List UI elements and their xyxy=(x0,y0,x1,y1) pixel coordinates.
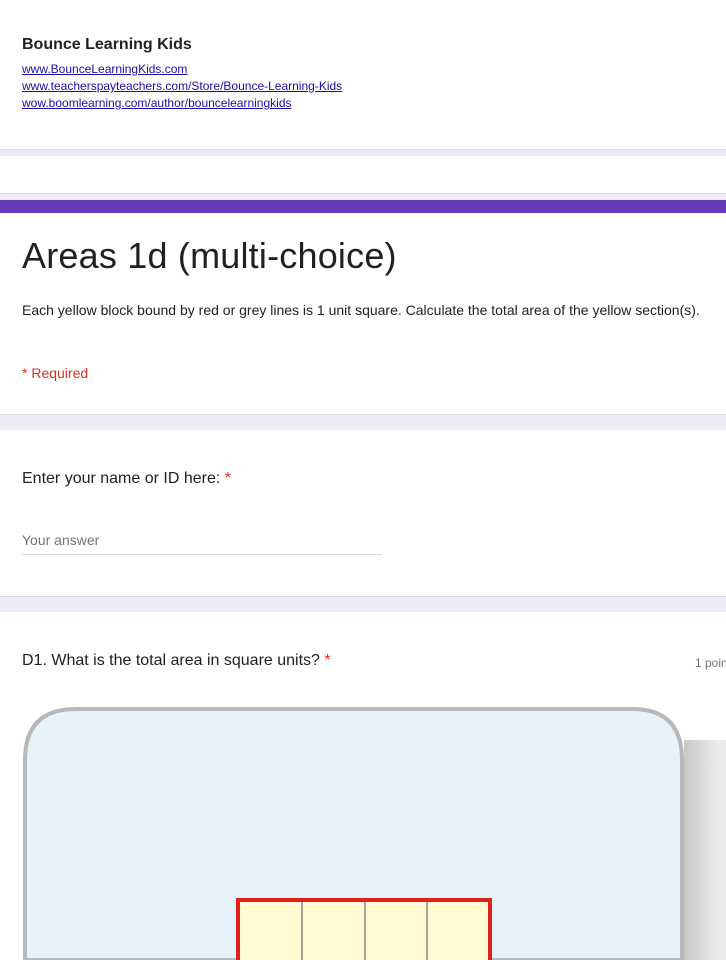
question-image xyxy=(22,706,726,960)
intro-heading: Bounce Learning Kids xyxy=(22,36,192,53)
question-text: D1. What is the total area in square uni… xyxy=(22,652,320,669)
link-teachers-pay-teachers[interactable]: www.teacherspayteachers.com/Store/Bounce… xyxy=(22,79,342,93)
question-card-name: Enter your name or ID here: * xyxy=(0,430,726,597)
question-label-name: Enter your name or ID here: * xyxy=(22,470,231,488)
image-shadow xyxy=(684,740,726,960)
area-grid-illustration xyxy=(23,707,726,960)
grid-outline xyxy=(236,898,492,960)
points-label: 1 point xyxy=(695,656,726,670)
link-bounce-learning-kids[interactable]: www.BounceLearningKids.com xyxy=(22,62,187,76)
yellow-unit-grid xyxy=(236,898,492,960)
question-card-d1: D1. What is the total area in square uni… xyxy=(0,612,726,960)
section-strip xyxy=(0,156,726,194)
name-answer-input[interactable] xyxy=(22,526,382,555)
form-title: Areas 1d (multi-choice) xyxy=(22,235,397,276)
intro-card: Bounce Learning Kids www.BounceLearningK… xyxy=(0,0,726,150)
required-asterisk: * xyxy=(324,652,331,669)
question-label-d1: D1. What is the total area in square uni… xyxy=(22,652,331,670)
form-description: Each yellow block bound by red or grey l… xyxy=(22,302,700,318)
form-accent-bar xyxy=(0,200,726,213)
required-note: * Required xyxy=(22,365,89,381)
question-text: Enter your name or ID here: xyxy=(22,470,221,487)
link-boom-learning[interactable]: wow.boomlearning.com/author/bouncelearni… xyxy=(22,96,292,110)
required-asterisk: * xyxy=(224,470,231,487)
form-header-card: Areas 1d (multi-choice) Each yellow bloc… xyxy=(0,200,726,415)
